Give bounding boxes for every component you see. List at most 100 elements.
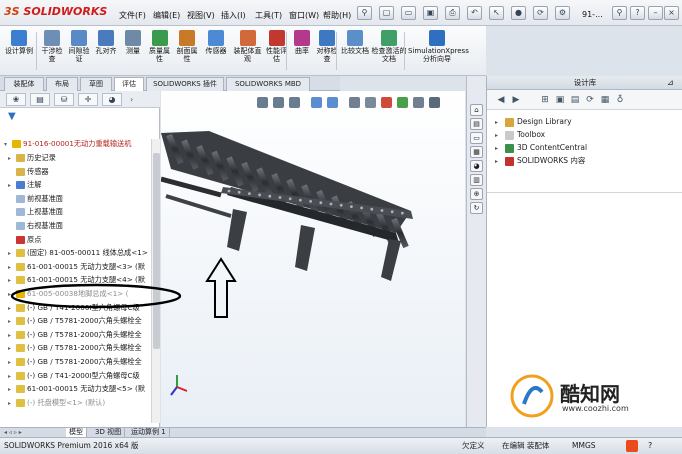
tree-scrollbar[interactable] bbox=[151, 139, 160, 423]
menu-item-4[interactable]: 工具(T) bbox=[255, 10, 282, 21]
tree-item[interactable]: 右视基准面 bbox=[8, 219, 150, 233]
traffic-light-icon[interactable]: ● bbox=[511, 6, 526, 20]
section-view-icon[interactable] bbox=[311, 97, 322, 108]
zoom-area-icon[interactable] bbox=[273, 97, 284, 108]
search-zoom-icon[interactable] bbox=[257, 97, 268, 108]
options-icon[interactable]: ⚙ bbox=[555, 6, 570, 20]
create-library-icon[interactable]: ▣ bbox=[554, 94, 566, 106]
feature-tree-tab-icon[interactable]: ❀ bbox=[6, 93, 26, 106]
expand-arrow-icon[interactable]: ▸ bbox=[8, 329, 16, 342]
save-icon[interactable]: ▣ bbox=[423, 6, 438, 20]
tree-root-assembly[interactable]: ▾ 91-016-00001无动力重载输送机 bbox=[4, 137, 152, 151]
custom-properties-icon[interactable]: ▥ bbox=[470, 174, 483, 186]
tab-1[interactable]: 布局 bbox=[46, 77, 78, 91]
compare-documents-button[interactable]: 比较文档 bbox=[341, 28, 369, 74]
solidworks-logo[interactable]: 3S SOLIDWORKS bbox=[4, 5, 107, 18]
menu-item-3[interactable]: 插入(I) bbox=[221, 10, 246, 21]
tree-item[interactable]: ▸ (-) GB / T5781-2000六角头螺栓全 bbox=[8, 328, 150, 342]
add-location-icon[interactable]: ⊞ bbox=[539, 94, 551, 106]
menu-item-2[interactable]: 视图(V) bbox=[187, 10, 215, 21]
tree-item[interactable]: ▸ 历史记录 bbox=[8, 151, 150, 165]
expand-arrow-icon[interactable]: ▸ bbox=[8, 342, 16, 355]
appearances-icon[interactable]: ◕ bbox=[470, 160, 483, 172]
property-manager-tab-icon[interactable]: ▤ bbox=[30, 93, 50, 106]
expand-arrow-icon[interactable]: ▸ bbox=[8, 315, 16, 328]
view-orientation-icon[interactable] bbox=[327, 97, 338, 108]
collapse-arrow-icon[interactable]: ▾ bbox=[4, 138, 12, 151]
expand-arrow-icon[interactable]: ▸ bbox=[8, 247, 16, 260]
curvature-button[interactable]: 曲率 bbox=[291, 28, 313, 74]
graphics-area[interactable] bbox=[161, 91, 465, 427]
section-properties-button[interactable]: 剖面属性 bbox=[174, 28, 200, 74]
help-icon[interactable]: ? bbox=[630, 6, 645, 20]
tree-item[interactable]: ▸ 61-001-00015 无动力支腿<5> (默 bbox=[8, 382, 150, 396]
library-item[interactable]: ▸ Toolbox bbox=[495, 128, 545, 141]
configuration-manager-tab-icon[interactable]: ⛁ bbox=[54, 93, 74, 106]
tree-item[interactable]: 前视基准面 bbox=[8, 192, 150, 206]
tree-item[interactable]: ▸ 注解 bbox=[8, 178, 150, 192]
assembly-visualization-button[interactable]: 装配体直观 bbox=[233, 28, 262, 74]
expand-arrow-icon[interactable]: ▸ bbox=[8, 179, 16, 192]
tree-view-icon[interactable]: ▦ bbox=[599, 94, 611, 106]
open-icon[interactable]: ▭ bbox=[401, 6, 416, 20]
clearance-verification-button[interactable]: 间隙验证 bbox=[66, 28, 92, 74]
interference-check-button[interactable]: 干涉检查 bbox=[40, 28, 64, 74]
display-manager-tab-icon[interactable]: ◕ bbox=[102, 93, 122, 106]
tab-3[interactable]: 评估 bbox=[114, 77, 144, 91]
resources-icon[interactable]: ⌂ bbox=[470, 104, 483, 116]
library-item[interactable]: ▸ Design Library bbox=[495, 115, 572, 128]
select-icon[interactable]: ↖ bbox=[489, 6, 504, 20]
add-file-icon[interactable]: ▤ bbox=[569, 94, 581, 106]
tree-item[interactable]: ▸ (-) GB / T5781-2000六角头螺栓全 bbox=[8, 355, 150, 369]
refresh-icon[interactable]: ⟳ bbox=[584, 94, 596, 106]
monitor-icon[interactable] bbox=[429, 97, 440, 108]
menu-item-1[interactable]: 编辑(E) bbox=[153, 10, 180, 21]
tab-2[interactable]: 草图 bbox=[80, 77, 112, 91]
measure-button[interactable]: 测量 bbox=[121, 28, 145, 74]
menu-item-6[interactable]: 帮助(H) bbox=[323, 10, 351, 21]
pin-icon[interactable]: ⊿ bbox=[667, 78, 674, 87]
dimxpert-tab-icon[interactable]: ✛ bbox=[78, 93, 98, 106]
tree-item[interactable]: ▸ (-) GB / T41-2000I型六角螺母C级 bbox=[8, 369, 150, 383]
minimize-icon[interactable]: – bbox=[648, 6, 663, 20]
expand-arrow-icon[interactable]: ▸ bbox=[8, 261, 16, 274]
tab-scroll-arrows[interactable]: ◂ ◃ ▹ ▸ bbox=[4, 429, 60, 437]
expand-arrow-icon[interactable]: ▸ bbox=[8, 370, 16, 383]
tree-item[interactable]: ▸ (-) GB / T5781-2000六角头螺栓全 bbox=[8, 341, 150, 355]
expand-arrow-icon[interactable]: ▸ bbox=[8, 397, 16, 410]
help-bubble-icon[interactable]: ? bbox=[648, 438, 652, 454]
expand-arrow-icon[interactable]: ▸ bbox=[495, 155, 505, 168]
rebuild-icon[interactable]: ⟳ bbox=[533, 6, 548, 20]
previous-view-icon[interactable] bbox=[289, 97, 300, 108]
tree-item[interactable]: ▸ (固定) 81-005-00011 线体总成<1> bbox=[8, 246, 150, 260]
file-explorer-icon[interactable]: ▭ bbox=[470, 132, 483, 144]
check-active-document-button[interactable]: 检查激活的文档 bbox=[371, 28, 407, 74]
recycle-icon[interactable]: ↻ bbox=[470, 202, 483, 214]
pin-icon[interactable]: ⚲ bbox=[357, 6, 372, 20]
units-selector[interactable]: MMGS bbox=[572, 438, 596, 454]
tree-item[interactable]: ▸ (-) 托盘模型<1> (默认) bbox=[8, 396, 150, 410]
simulationxpress-button[interactable]: SimulationXpress分析向导 bbox=[408, 28, 469, 74]
undo-icon[interactable]: ↶ bbox=[467, 6, 482, 20]
display-style-icon[interactable] bbox=[349, 97, 360, 108]
library-item[interactable]: ▸ SOLIDWORKS 内容 bbox=[495, 154, 585, 167]
tree-item[interactable]: ▸ (-) GB / T5781-2000六角头螺栓全 bbox=[8, 314, 150, 328]
expand-arrow-icon[interactable]: ▸ bbox=[8, 152, 16, 165]
tree-item[interactable]: 原点 bbox=[8, 233, 150, 247]
back-icon[interactable]: ◀ bbox=[495, 94, 507, 106]
scrollbar-thumb[interactable] bbox=[153, 153, 160, 349]
hole-alignment-button[interactable]: 孔对齐 bbox=[93, 28, 119, 74]
mass-properties-button[interactable]: 质量属性 bbox=[147, 28, 172, 74]
tab-5[interactable]: SOLIDWORKS MBD bbox=[226, 77, 310, 91]
print-icon[interactable]: ⎙ bbox=[445, 6, 460, 20]
design-library-icon[interactable]: ▤ bbox=[470, 118, 483, 130]
library-item[interactable]: ▸ 3D ContentCentral bbox=[495, 141, 587, 154]
menu-item-0[interactable]: 文件(F) bbox=[119, 10, 146, 21]
tree-item[interactable]: 传感器 bbox=[8, 165, 150, 179]
ime-icon[interactable] bbox=[626, 440, 638, 452]
scene-icon[interactable] bbox=[397, 97, 408, 108]
close-icon[interactable]: × bbox=[664, 6, 679, 20]
sensor-button[interactable]: 传感器 bbox=[202, 28, 230, 74]
solidworks-forum-icon[interactable]: ⊕ bbox=[470, 188, 483, 200]
view-palette-icon[interactable]: ▦ bbox=[470, 146, 483, 158]
